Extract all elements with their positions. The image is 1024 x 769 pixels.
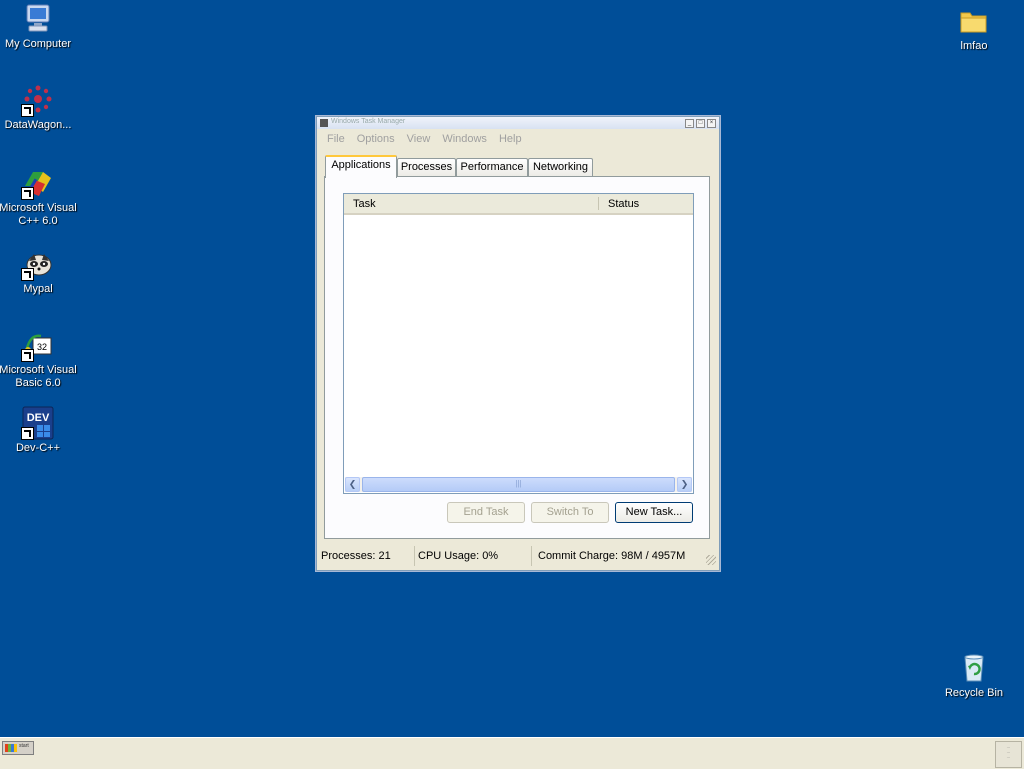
- desktop-icon-mypal[interactable]: Mypal: [0, 247, 78, 296]
- tab-performance[interactable]: Performance: [456, 158, 528, 176]
- scroll-left-button[interactable]: ❮: [345, 477, 360, 492]
- desktop-icon-lmfao-folder[interactable]: lmfao: [934, 4, 1014, 53]
- column-divider[interactable]: [598, 197, 599, 210]
- menu-windows[interactable]: Windows: [436, 130, 493, 148]
- dev-cpp-icon: DEV: [21, 406, 55, 440]
- visual-cpp-icon: [21, 166, 55, 200]
- applications-panel: Task Status ❮ ||| ❯ End Task Switch To N…: [324, 176, 710, 539]
- column-task[interactable]: Task: [353, 194, 376, 213]
- recycle-bin-icon: [957, 651, 991, 685]
- desktop-icon-label: Microsoft Visual Basic 6.0: [0, 364, 77, 389]
- desktop-icon-label: Dev-C++: [15, 442, 61, 454]
- taskbar: start ··· ··· ···: [0, 737, 1024, 769]
- desktop-icon-label: lmfao: [960, 40, 988, 52]
- menu-bar: File Options View Windows Help: [317, 130, 719, 148]
- tab-networking[interactable]: Networking: [528, 158, 593, 176]
- mypal-raccoon-icon: [21, 247, 55, 281]
- tray-clock-icon: ··· ··· ···: [1006, 745, 1011, 760]
- menu-file[interactable]: File: [321, 130, 351, 148]
- svg-text:DEV: DEV: [27, 412, 50, 424]
- shortcut-arrow-icon: [21, 427, 34, 440]
- status-commit-charge: Commit Charge: 98M / 4957M: [538, 550, 686, 562]
- desktop-icon-my-computer[interactable]: My Computer: [0, 2, 78, 51]
- svg-text:32: 32: [37, 342, 47, 352]
- tab-processes[interactable]: Processes: [397, 158, 456, 176]
- computer-icon: [21, 2, 55, 36]
- folder-icon: [957, 4, 991, 38]
- system-tray[interactable]: ··· ··· ···: [995, 741, 1022, 768]
- desktop-icon-label: Microsoft Visual C++ 6.0: [0, 202, 77, 227]
- start-button[interactable]: start: [2, 741, 34, 755]
- list-header: Task Status: [344, 194, 693, 215]
- minimize-button[interactable]: _: [685, 119, 694, 128]
- scroll-thumb[interactable]: |||: [362, 477, 675, 492]
- tab-applications[interactable]: Applications: [325, 155, 397, 178]
- app-icon: [320, 119, 328, 127]
- new-task-button[interactable]: New Task...: [615, 502, 693, 523]
- status-cpu-usage: CPU Usage: 0%: [415, 546, 532, 566]
- menu-view[interactable]: View: [401, 130, 437, 148]
- switch-to-button[interactable]: Switch To: [531, 502, 609, 523]
- horizontal-scrollbar[interactable]: ❮ ||| ❯: [345, 477, 692, 492]
- task-list[interactable]: Task Status ❮ ||| ❯: [343, 193, 694, 494]
- resize-grip-icon[interactable]: [706, 555, 716, 565]
- scroll-right-button[interactable]: ❯: [677, 477, 692, 492]
- title-bar[interactable]: Windows Task Manager _ □ ×: [317, 117, 719, 129]
- shortcut-arrow-icon: [21, 187, 34, 200]
- end-task-button[interactable]: End Task: [447, 502, 525, 523]
- close-button[interactable]: ×: [707, 119, 716, 128]
- desktop-icon-datawagon[interactable]: DataWagon...: [0, 83, 78, 132]
- start-label: start: [19, 743, 29, 749]
- desktop-icon-label: Mypal: [23, 283, 53, 295]
- desktop-icon-visual-basic[interactable]: 32 Microsoft Visual Basic 6.0: [0, 328, 78, 390]
- desktop-icon-label: Recycle Bin: [944, 687, 1004, 699]
- datawagon-icon: [21, 83, 55, 117]
- task-manager-window: Windows Task Manager _ □ × File Options …: [316, 116, 720, 571]
- status-bar: Processes: 21 CPU Usage: 0% Commit Charg…: [318, 546, 718, 567]
- shortcut-arrow-icon: [21, 268, 34, 281]
- maximize-button[interactable]: □: [696, 119, 705, 128]
- windows-logo-icon: [5, 744, 17, 752]
- menu-help[interactable]: Help: [493, 130, 528, 148]
- window-title: Windows Task Manager: [331, 118, 406, 125]
- desktop-icon-dev-cpp[interactable]: DEV Dev-C++: [0, 406, 78, 455]
- desktop-icon-label: My Computer: [4, 38, 72, 50]
- status-processes: Processes: 21: [318, 546, 415, 566]
- visual-basic-icon: 32: [21, 328, 55, 362]
- desktop-icon-recycle-bin[interactable]: Recycle Bin: [934, 651, 1014, 700]
- menu-options[interactable]: Options: [351, 130, 401, 148]
- shortcut-arrow-icon: [21, 104, 34, 117]
- desktop-icon-visual-cpp[interactable]: Microsoft Visual C++ 6.0: [0, 166, 78, 228]
- column-status[interactable]: Status: [608, 194, 639, 213]
- shortcut-arrow-icon: [21, 349, 34, 362]
- desktop-icon-label: DataWagon...: [4, 119, 72, 131]
